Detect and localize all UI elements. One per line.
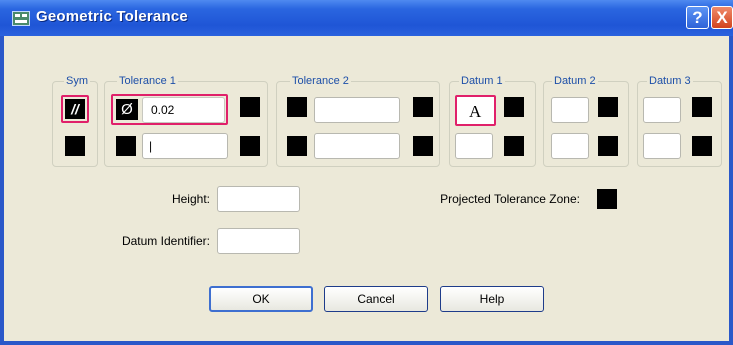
datum3-value-input-2[interactable]: [643, 133, 681, 159]
height-input[interactable]: [217, 186, 300, 212]
tolerance2-material-condition-button-2[interactable]: [413, 136, 433, 156]
datum2-label: Datum 2: [552, 75, 598, 87]
datum1-label: Datum 1: [459, 75, 505, 87]
datum3-material-condition-button-1[interactable]: [692, 97, 712, 117]
datum1-material-condition-button-2[interactable]: [504, 136, 524, 156]
datum3-material-condition-button-2[interactable]: [692, 136, 712, 156]
height-label: Height:: [171, 192, 210, 206]
cancel-button[interactable]: Cancel: [324, 286, 428, 312]
tolerance2-diameter-button-2[interactable]: [287, 136, 307, 156]
window-title: Geometric Tolerance: [36, 8, 188, 25]
tolerance1-diameter-button-2[interactable]: [116, 136, 136, 156]
tolerance1-value-input-2[interactable]: |: [142, 133, 228, 159]
datum-identifier-input[interactable]: [217, 228, 300, 254]
parallelism-symbol: //: [65, 99, 85, 119]
tolerance2-material-condition-button-1[interactable]: [413, 97, 433, 117]
tolerance2-label: Tolerance 2: [290, 75, 351, 87]
title-bar: Geometric Tolerance ? X: [0, 0, 733, 36]
sym-symbol-button[interactable]: //: [61, 95, 89, 123]
tolerance1-value: 0.02: [151, 103, 175, 117]
tolerance1-label: Tolerance 1: [117, 75, 178, 87]
tolerance1-cursor: |: [149, 139, 153, 153]
datum3-value-input-1[interactable]: [643, 97, 681, 123]
sym-label: Sym: [64, 75, 90, 87]
help-title-button[interactable]: ?: [686, 6, 709, 29]
datum2-material-condition-button-1[interactable]: [598, 97, 618, 117]
projected-tolerance-zone-button[interactable]: [597, 189, 617, 209]
app-icon: [12, 11, 30, 26]
sym-symbol-button-2[interactable]: [65, 136, 85, 156]
datum1-material-condition-button-1[interactable]: [504, 97, 524, 117]
datum2-value-input-1[interactable]: [551, 97, 589, 123]
datum2-material-condition-button-2[interactable]: [598, 136, 618, 156]
tolerance1-value-input[interactable]: 0.02: [142, 97, 225, 123]
datum1-value: A: [469, 102, 482, 121]
datum3-label: Datum 3: [647, 75, 693, 87]
datum2-value-input-2[interactable]: [551, 133, 589, 159]
datum-identifier-label: Datum Identifier:: [121, 234, 210, 248]
help-button[interactable]: Help: [440, 286, 544, 312]
tolerance2-value-input-2[interactable]: [314, 133, 400, 159]
datum1-value-input-1[interactable]: A: [455, 95, 496, 126]
tolerance1-material-condition-button-2[interactable]: [240, 136, 260, 156]
datum1-value-input-2[interactable]: [455, 133, 493, 159]
tolerance1-material-condition-button-1[interactable]: [240, 97, 260, 117]
diameter-symbol-button[interactable]: Ø: [116, 99, 138, 120]
tolerance2-value-input-1[interactable]: [314, 97, 400, 123]
ok-button[interactable]: OK: [209, 286, 313, 312]
tolerance2-diameter-button-1[interactable]: [287, 97, 307, 117]
close-button[interactable]: X: [711, 6, 733, 29]
projected-tolerance-zone-label: Projected Tolerance Zone:: [440, 192, 580, 206]
